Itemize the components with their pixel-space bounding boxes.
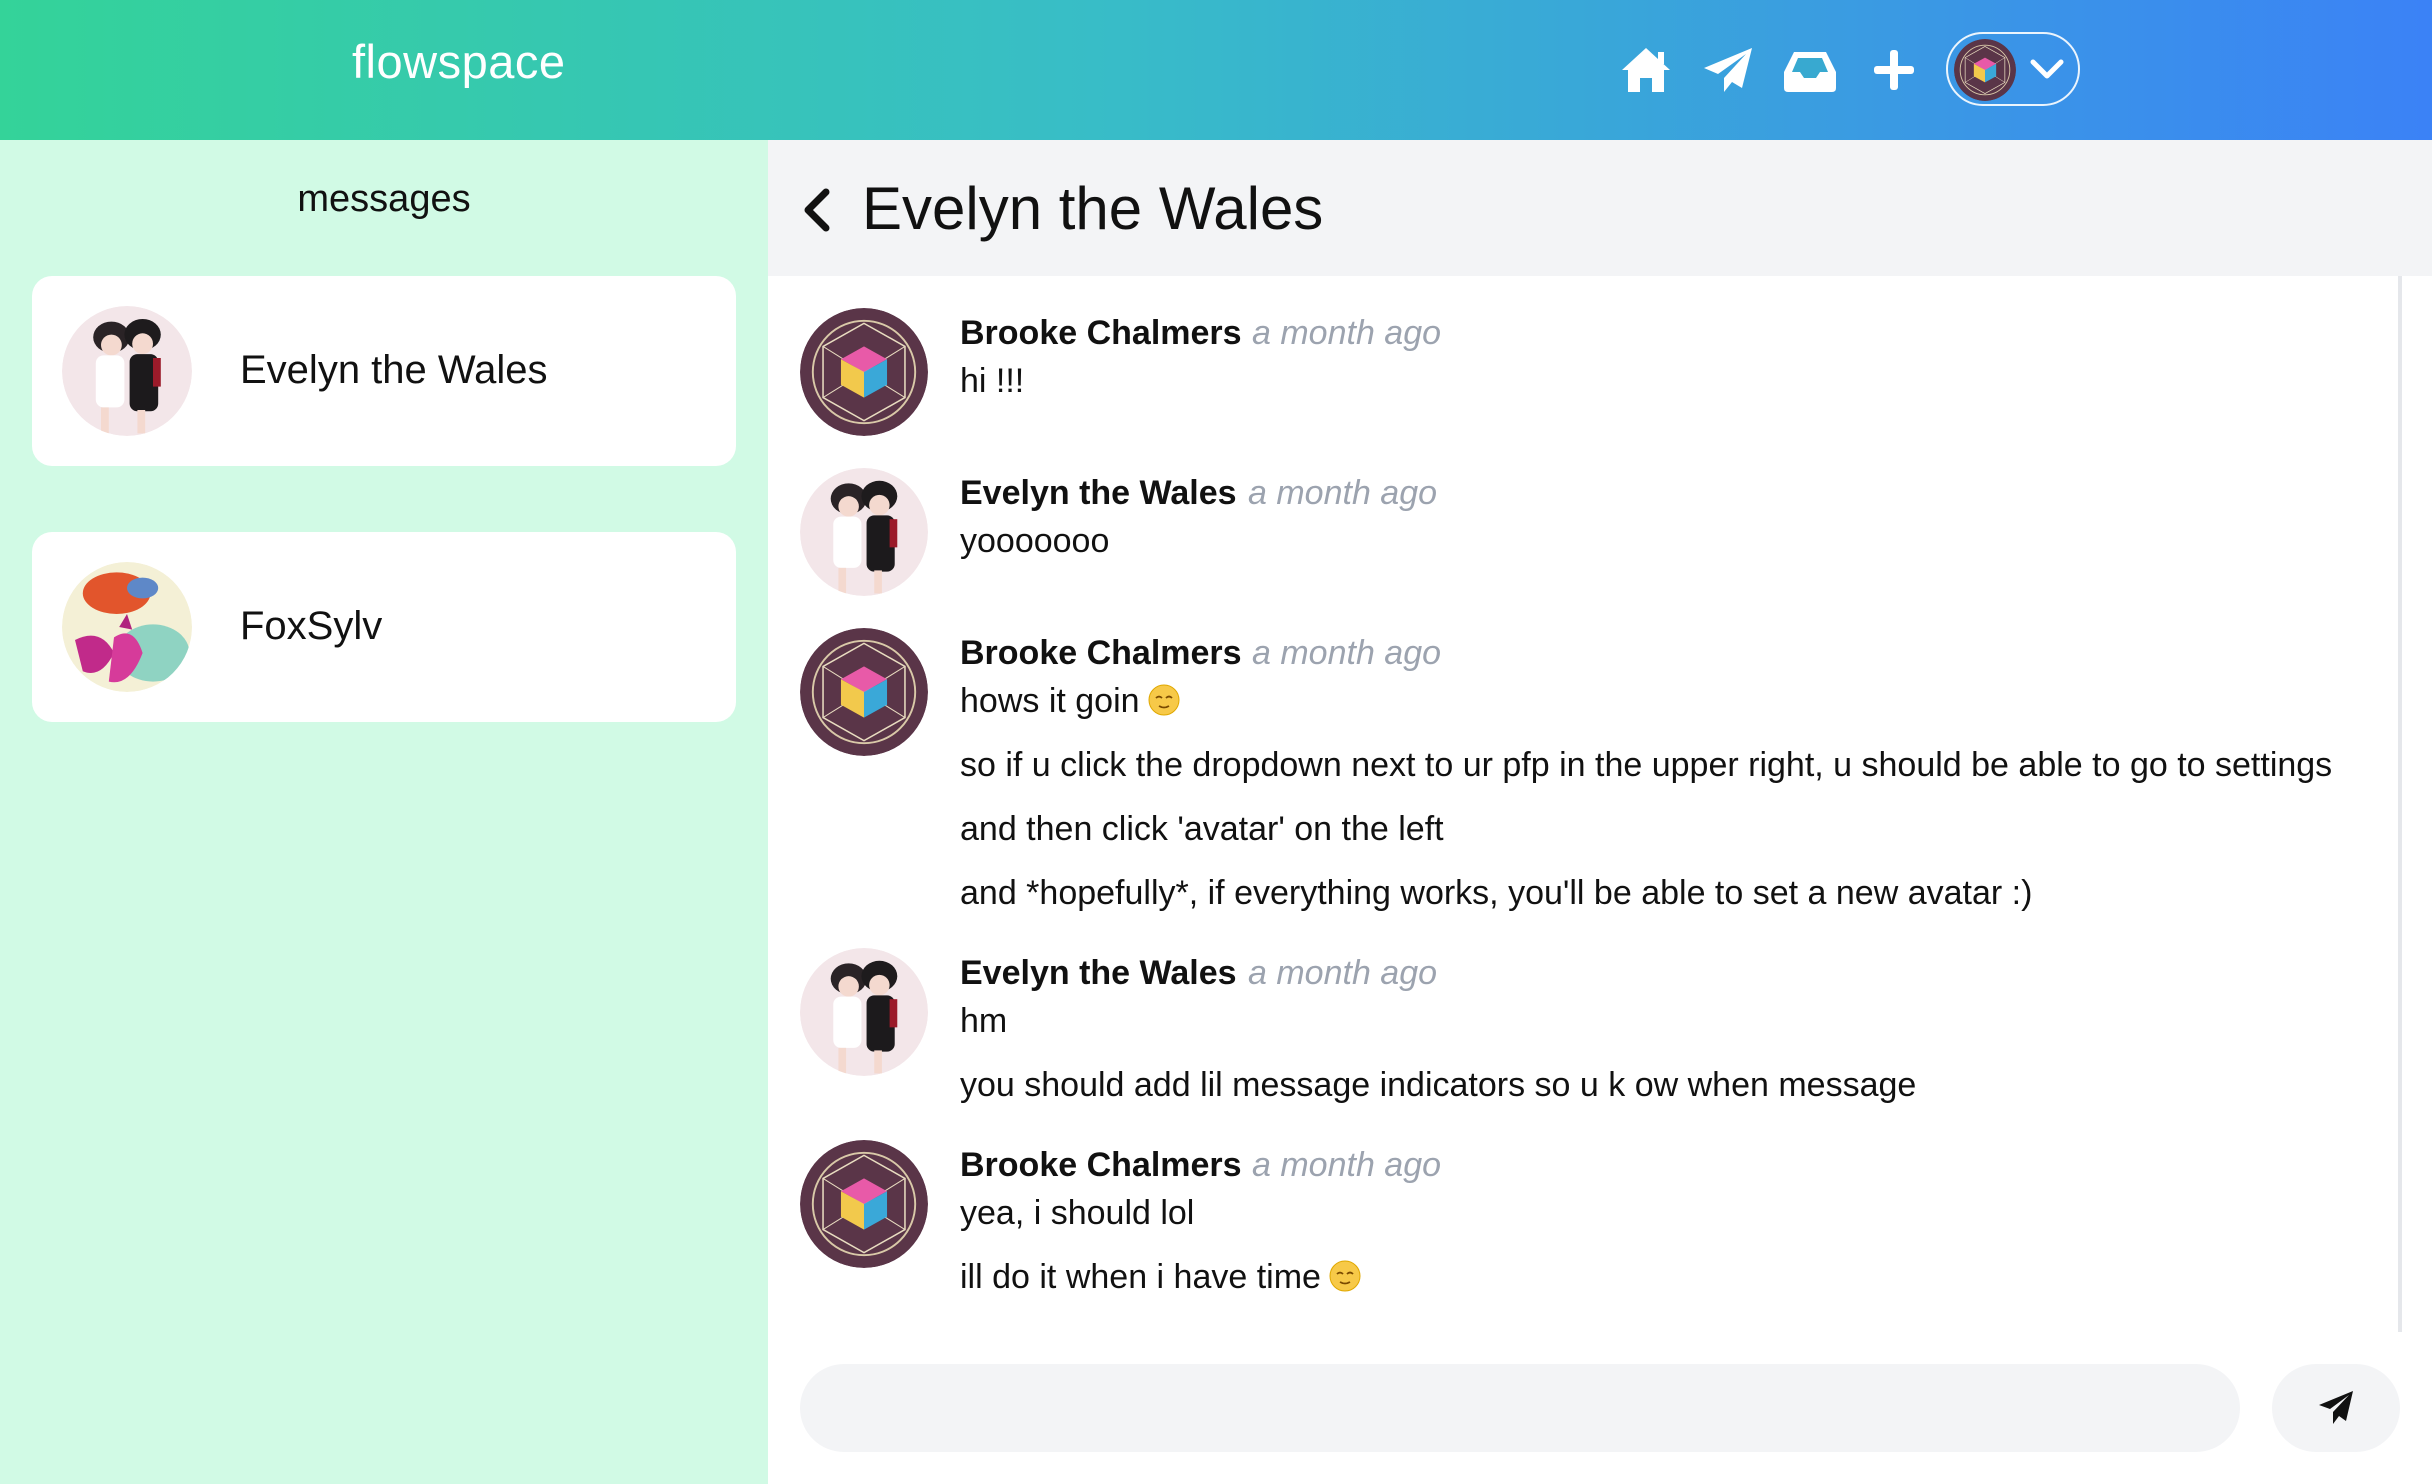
chat-title: Evelyn the Wales: [862, 175, 1324, 242]
relieved-face-icon: [1329, 1260, 1361, 1292]
message-text: yooooooo: [960, 522, 1110, 560]
inbox-icon[interactable]: [1782, 44, 1838, 96]
message-timestamp: a month ago: [1252, 314, 1442, 352]
avatar: [62, 306, 192, 436]
message-text: and then click 'avatar' on the left: [960, 810, 1444, 848]
home-icon[interactable]: [1618, 44, 1674, 96]
paper-plane-icon[interactable]: [1700, 44, 1756, 96]
avatar[interactable]: [800, 948, 928, 1076]
message-text: so if u click the dropdown next to ur pf…: [960, 746, 2333, 784]
chevron-left-icon[interactable]: [798, 184, 834, 236]
message-text: hows it goin: [960, 682, 1180, 721]
avatar[interactable]: [800, 1140, 928, 1268]
message-text: hi !!!: [960, 362, 1025, 400]
message-text: and *hopefully*, if everything works, yo…: [960, 874, 2033, 912]
relieved-face-icon: [1148, 684, 1180, 716]
send-button[interactable]: [2272, 1364, 2400, 1452]
message-timestamp: a month ago: [1252, 634, 1442, 672]
avatar[interactable]: [800, 308, 928, 436]
scrollbar[interactable]: [2398, 276, 2402, 1332]
brand-logo[interactable]: flowspace: [352, 34, 566, 89]
avatar: [1954, 39, 2016, 101]
message-sender[interactable]: Brooke Chalmers: [960, 314, 1242, 353]
message-input[interactable]: [800, 1364, 2240, 1452]
conversation-item-evelyn[interactable]: Evelyn the Wales: [32, 276, 736, 466]
message-sender[interactable]: Evelyn the Wales: [960, 954, 1237, 993]
message-text: ill do it when i have time: [960, 1258, 1361, 1297]
conversations-sidebar: messages Evelyn the Wales FoxSylv: [0, 140, 768, 1484]
conversation-name: Evelyn the Wales: [240, 348, 548, 392]
plus-icon[interactable]: [1866, 44, 1922, 96]
message-sender[interactable]: Brooke Chalmers: [960, 1146, 1242, 1185]
chevron-down-icon: [2030, 59, 2064, 79]
chat-header: Evelyn the Wales: [768, 140, 2432, 276]
conversation-name: FoxSylv: [240, 604, 383, 648]
account-menu-button[interactable]: [1946, 32, 2080, 106]
avatar[interactable]: [800, 468, 928, 596]
sidebar-title: messages: [297, 178, 471, 220]
message-sender[interactable]: Evelyn the Wales: [960, 474, 1237, 513]
message-timestamp: a month ago: [1248, 954, 1438, 992]
avatar[interactable]: [800, 628, 928, 756]
conversation-item-foxsylv[interactable]: FoxSylv: [32, 532, 736, 722]
paper-plane-icon: [2319, 1391, 2353, 1424]
message-text: you should add lil message indicators so…: [960, 1066, 1917, 1104]
message-timestamp: a month ago: [1248, 474, 1438, 512]
message-timestamp: a month ago: [1252, 1146, 1442, 1184]
message-text: yea, i should lol: [960, 1194, 1195, 1232]
avatar: [62, 562, 192, 692]
top-navbar: flowspace: [0, 0, 2432, 140]
message-text: hm: [960, 1002, 1008, 1040]
message-sender[interactable]: Brooke Chalmers: [960, 634, 1242, 673]
